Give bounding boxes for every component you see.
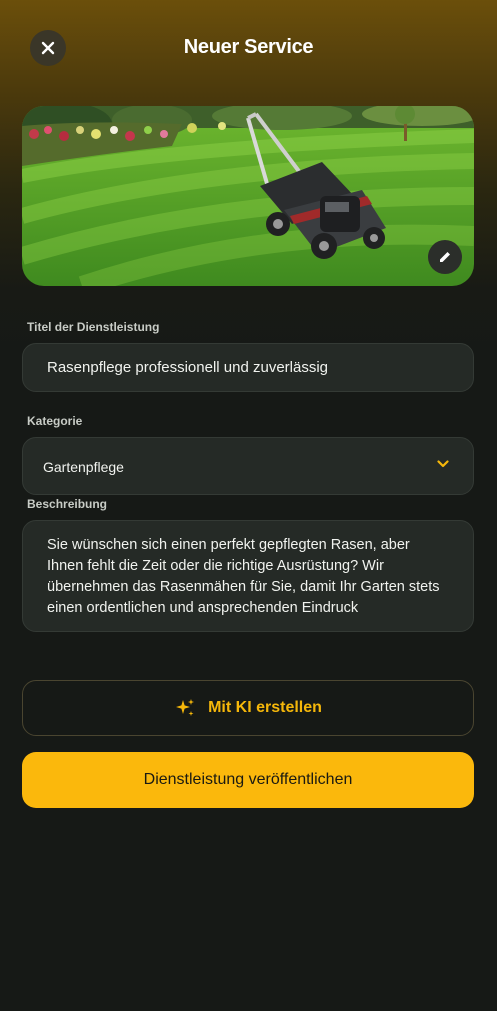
- lawnmower-photo: [22, 106, 474, 286]
- pencil-icon: [440, 252, 450, 262]
- publish-button[interactable]: Dienstleistung veröffentlichen: [22, 752, 474, 808]
- title-input[interactable]: Rasenpflege professionell und zuverlässi…: [22, 343, 474, 392]
- create-with-ai-button[interactable]: Mit KI erstellen: [22, 680, 474, 736]
- category-value: Gartenpflege: [43, 459, 124, 475]
- category-select[interactable]: Gartenpflege: [22, 437, 474, 495]
- edit-image-button[interactable]: [428, 240, 462, 274]
- new-service-screen: Neuer Service Titel der Dienstleistung R…: [0, 0, 497, 1011]
- publish-button-label: Dienstleistung veröffentlichen: [143, 771, 353, 788]
- chevron-down-icon: [437, 460, 449, 468]
- service-image[interactable]: [22, 106, 474, 286]
- description-label: Beschreibung: [27, 497, 108, 511]
- ai-button-label: Mit KI erstellen: [208, 699, 322, 716]
- title-label: Titel der Dienstleistung: [27, 320, 160, 334]
- description-textarea[interactable]: Sie wünschen sich einen perfekt gepflegt…: [22, 520, 474, 632]
- page-title: Neuer Service: [183, 36, 314, 58]
- sparkle-icon: [176, 699, 195, 716]
- category-label: Kategorie: [27, 414, 83, 428]
